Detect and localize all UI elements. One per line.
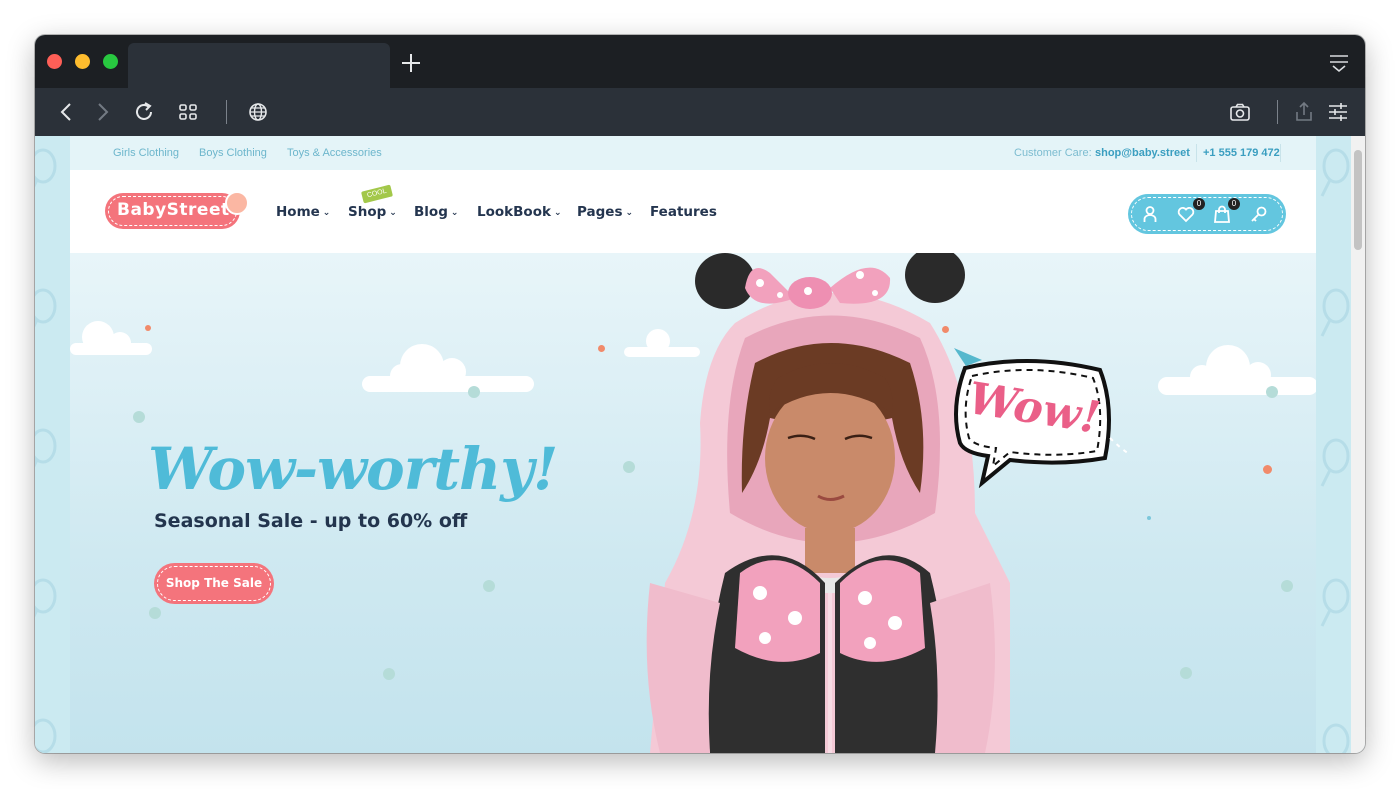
settings-sliders-icon[interactable] bbox=[1326, 100, 1350, 124]
decor-dot bbox=[483, 580, 495, 592]
close-window-button[interactable] bbox=[47, 54, 62, 69]
nav-shop-label: Shop bbox=[348, 204, 387, 220]
cloud-decoration bbox=[1158, 345, 1316, 395]
plus-icon[interactable] bbox=[397, 49, 425, 77]
decor-dot bbox=[1281, 580, 1293, 592]
chevron-down-icon: ⌄ bbox=[553, 208, 562, 218]
nav-lookbook-label: LookBook bbox=[477, 204, 551, 220]
browser-tab-bar bbox=[35, 35, 1365, 88]
decor-dot bbox=[1180, 667, 1192, 679]
tab-list-icon[interactable] bbox=[1327, 52, 1351, 74]
chevron-down-icon: ⌄ bbox=[322, 208, 331, 218]
cool-badge: COOL bbox=[360, 184, 394, 204]
nav-blog[interactable]: Blog ⌄ bbox=[414, 204, 458, 220]
camera-icon[interactable] bbox=[1228, 100, 1252, 124]
browser-tab-active[interactable] bbox=[128, 43, 390, 88]
decor-dot bbox=[1263, 465, 1272, 474]
nav-pages[interactable]: Pages ⌄ bbox=[577, 204, 633, 220]
browser-window: Girls Clothing Boys Clothing Toys & Acce… bbox=[35, 35, 1365, 753]
decor-dot bbox=[133, 411, 145, 423]
page-scrollbar[interactable] bbox=[1351, 136, 1365, 753]
shop-the-sale-label: Shop The Sale bbox=[165, 576, 263, 590]
nav-home-label: Home bbox=[276, 204, 320, 220]
back-icon[interactable] bbox=[55, 100, 79, 124]
decor-dot bbox=[1266, 386, 1278, 398]
toolbar-divider bbox=[1277, 100, 1278, 124]
site-header: BabyStreet Home ⌄ COOL Shop ⌄ Blog ⌄ LookBo… bbox=[70, 170, 1316, 253]
maximize-window-button[interactable] bbox=[103, 54, 118, 69]
chevron-down-icon: ⌄ bbox=[450, 208, 459, 218]
nav-shop[interactable]: Shop ⌄ bbox=[348, 204, 397, 220]
scrollbar-thumb[interactable] bbox=[1354, 150, 1362, 250]
balloon-pattern-left bbox=[35, 148, 57, 753]
nav-home[interactable]: Home ⌄ bbox=[276, 204, 330, 220]
balloon-pattern-right bbox=[1320, 148, 1350, 753]
logo-text: BabyStreet bbox=[117, 200, 230, 220]
customer-care-label: Customer Care: bbox=[1014, 147, 1092, 159]
chevron-down-icon: ⌄ bbox=[625, 208, 634, 218]
cart-count-badge: 0 bbox=[1228, 198, 1240, 210]
nav-lookbook[interactable]: LookBook ⌄ bbox=[477, 204, 562, 220]
customer-care-email[interactable]: shop@baby.street bbox=[1095, 147, 1190, 159]
grid-icon[interactable] bbox=[176, 100, 200, 124]
decor-dot bbox=[149, 607, 161, 619]
babystreet-logo[interactable]: BabyStreet bbox=[105, 193, 240, 229]
store-page: Girls Clothing Boys Clothing Toys & Acce… bbox=[70, 136, 1316, 753]
nav-blog-label: Blog bbox=[414, 204, 448, 220]
browser-toolbar bbox=[35, 88, 1365, 136]
reload-icon[interactable] bbox=[132, 100, 156, 124]
globe-icon[interactable] bbox=[246, 100, 270, 124]
decor-dot bbox=[145, 325, 151, 331]
topbar-divider bbox=[1280, 144, 1281, 162]
heart-icon[interactable] bbox=[1177, 205, 1195, 223]
top-utility-bar: Girls Clothing Boys Clothing Toys & Acce… bbox=[70, 136, 1316, 170]
toplink-boys-clothing[interactable]: Boys Clothing bbox=[199, 147, 267, 159]
decor-dot bbox=[598, 345, 605, 352]
forward-icon[interactable] bbox=[90, 100, 114, 124]
share-icon[interactable] bbox=[1292, 100, 1316, 124]
decor-dot bbox=[383, 668, 395, 680]
toplink-girls-clothing[interactable]: Girls Clothing bbox=[113, 147, 179, 159]
user-icon[interactable] bbox=[1141, 205, 1159, 223]
minimize-window-button[interactable] bbox=[75, 54, 90, 69]
cloud-decoration bbox=[70, 321, 152, 355]
hero-subheadline: Seasonal Sale - up to 60% off bbox=[154, 510, 468, 532]
nav-features-label: Features bbox=[650, 204, 717, 220]
hero-banner: Wow-worthy! Seasonal Sale - up to 60% of… bbox=[70, 253, 1316, 753]
shop-the-sale-button[interactable]: Shop The Sale bbox=[154, 563, 274, 604]
page-viewport: Girls Clothing Boys Clothing Toys & Acce… bbox=[35, 136, 1351, 753]
decor-dot bbox=[468, 386, 480, 398]
key-icon[interactable] bbox=[1250, 205, 1268, 223]
cloud-decoration bbox=[362, 344, 534, 392]
baby-face-icon bbox=[225, 191, 249, 215]
decor-dot bbox=[1147, 516, 1151, 520]
hero-headline: Wow-worthy! bbox=[148, 435, 558, 503]
toplink-toys-accessories[interactable]: Toys & Accessories bbox=[287, 147, 382, 159]
toolbar-divider bbox=[226, 100, 227, 124]
hero-girl-image bbox=[646, 253, 1010, 753]
nav-pages-label: Pages bbox=[577, 204, 623, 220]
chevron-down-icon: ⌄ bbox=[389, 208, 397, 218]
topbar-divider bbox=[1196, 144, 1197, 162]
wishlist-count-badge: 0 bbox=[1193, 198, 1205, 210]
nav-features[interactable]: Features bbox=[650, 204, 717, 220]
customer-care-phone[interactable]: +1 555 179 472 bbox=[1203, 147, 1280, 159]
account-icons-bar: 0 0 bbox=[1128, 194, 1286, 234]
